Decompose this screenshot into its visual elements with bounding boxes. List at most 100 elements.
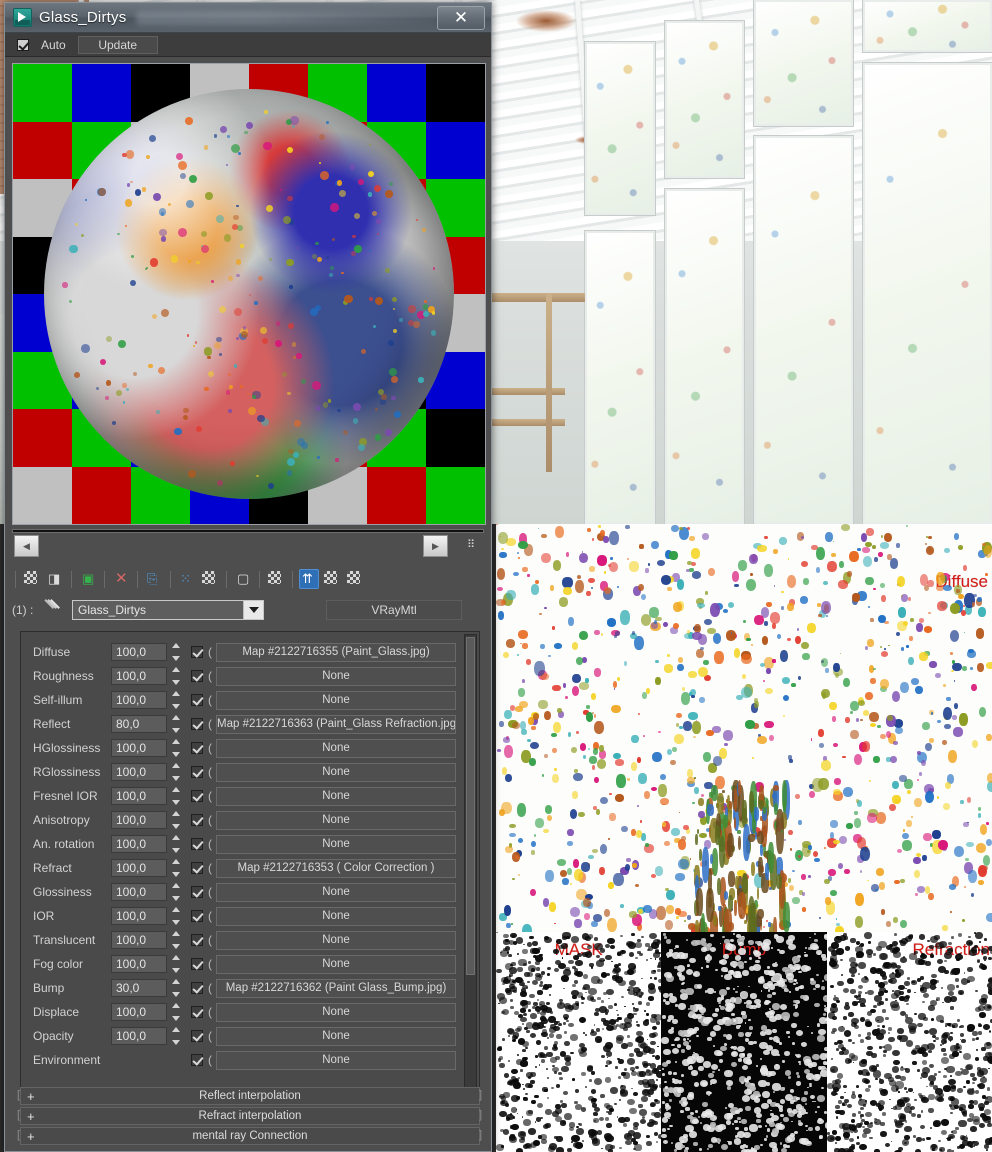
- parameter-amount-input[interactable]: 100,0: [111, 787, 167, 805]
- parameter-enable-checkbox[interactable]: [191, 694, 203, 706]
- parameter-map-button[interactable]: None: [216, 930, 456, 950]
- parameter-map-button[interactable]: None: [216, 810, 456, 830]
- parameter-map-button[interactable]: Map #2122716363 (Paint_Glass Refraction.…: [216, 714, 456, 734]
- parameter-amount-input[interactable]: 100,0: [111, 667, 167, 685]
- parameter-spinner[interactable]: [170, 955, 182, 973]
- rollout-header[interactable]: [+ Refract interpolation]: [17, 1107, 482, 1125]
- parameter-enable-checkbox[interactable]: [191, 742, 203, 754]
- auto-update-checkbox[interactable]: [17, 38, 29, 51]
- parameter-spinner[interactable]: [170, 835, 182, 853]
- eyedropper-icon[interactable]: [44, 600, 66, 620]
- parameter-spinner[interactable]: [170, 1027, 182, 1045]
- parameter-spinner[interactable]: [170, 979, 182, 997]
- parameter-map-button[interactable]: Map #2122716353 ( Color Correction ): [216, 858, 456, 878]
- parameter-enable-checkbox[interactable]: [191, 646, 203, 658]
- parameter-amount-input[interactable]: 100,0: [111, 859, 167, 877]
- get-material-icon[interactable]: [22, 569, 42, 589]
- parameter-map-button[interactable]: None: [216, 906, 456, 926]
- parameter-spinner[interactable]: [170, 883, 182, 901]
- make-unique-icon[interactable]: ⁙: [177, 569, 197, 589]
- parameter-enable-checkbox[interactable]: [191, 718, 203, 730]
- parameters-scrollbar[interactable]: [464, 634, 477, 1099]
- assign-material-to-selection-icon[interactable]: ▣: [78, 569, 98, 589]
- material-preview[interactable]: [12, 63, 486, 525]
- material-name-input[interactable]: Glass_Dirtys: [72, 600, 264, 620]
- rollout-header[interactable]: [+ mental ray Connection]: [17, 1127, 482, 1145]
- parameter-map-button[interactable]: None: [216, 786, 456, 806]
- show-map-in-viewport-icon[interactable]: [266, 569, 286, 589]
- chevron-down-icon[interactable]: [243, 601, 263, 619]
- update-button[interactable]: Update: [77, 35, 158, 54]
- parameter-enable-checkbox[interactable]: [191, 838, 203, 850]
- material-effects-channel-icon[interactable]: ▢: [233, 569, 253, 589]
- parameter-spinner[interactable]: [170, 691, 182, 709]
- parameter-amount-input[interactable]: 100,0: [111, 955, 167, 973]
- parameter-enable-checkbox[interactable]: [191, 766, 203, 778]
- material-type-button[interactable]: VRayMtl: [326, 600, 462, 620]
- parameter-map-button[interactable]: None: [216, 882, 456, 902]
- parameter-enable-checkbox[interactable]: [191, 886, 203, 898]
- parameter-amount-input[interactable]: 100,0: [111, 739, 167, 757]
- parameter-amount-input[interactable]: 30,0: [111, 979, 167, 997]
- make-material-copy-icon[interactable]: ⎘: [144, 569, 164, 589]
- parameter-enable-checkbox[interactable]: [191, 814, 203, 826]
- parameter-enable-checkbox[interactable]: [191, 1030, 203, 1042]
- parameter-map-button[interactable]: None: [216, 762, 456, 782]
- next-slot-button[interactable]: ▶: [423, 535, 448, 557]
- parameter-map-button[interactable]: None: [216, 666, 456, 686]
- scrollbar-thumb[interactable]: [466, 637, 475, 975]
- rollout-header[interactable]: [+ Reflect interpolation]: [17, 1087, 482, 1105]
- close-button[interactable]: ✕: [437, 5, 485, 30]
- parameter-map-button[interactable]: None: [216, 1026, 456, 1046]
- parameter-enable-checkbox[interactable]: [191, 670, 203, 682]
- parameter-spinner[interactable]: [170, 787, 182, 805]
- put-to-library-icon[interactable]: [200, 569, 220, 589]
- go-to-parent-icon[interactable]: [322, 569, 342, 589]
- parameter-map-button[interactable]: Map #2122716362 (Paint Glass_Bump.jpg): [216, 978, 456, 998]
- parameter-enable-checkbox[interactable]: [191, 862, 203, 874]
- parameter-map-button[interactable]: Map #2122716355 (Paint_Glass.jpg): [216, 642, 456, 662]
- parameter-spinner[interactable]: [170, 931, 182, 949]
- parameter-amount-input[interactable]: 100,0: [111, 763, 167, 781]
- slot-options-icon[interactable]: ⠿: [460, 534, 482, 556]
- parameter-amount-input[interactable]: 100,0: [111, 907, 167, 925]
- go-forward-to-sibling-icon[interactable]: [345, 569, 365, 589]
- parameter-amount-input[interactable]: 100,0: [111, 1027, 167, 1045]
- window-titlebar[interactable]: Glass_Dirtys ✕: [5, 3, 491, 33]
- parameter-amount-input[interactable]: 100,0: [111, 931, 167, 949]
- parameter-spinner[interactable]: [170, 643, 182, 661]
- preview-scroll-track[interactable]: [12, 529, 484, 533]
- parameter-amount-input[interactable]: 100,0: [111, 883, 167, 901]
- parameter-map-button[interactable]: None: [216, 690, 456, 710]
- parameter-spinner[interactable]: [170, 907, 182, 925]
- show-end-result-icon[interactable]: ⇈: [299, 569, 319, 589]
- parameter-enable-checkbox[interactable]: [191, 1054, 203, 1066]
- parameter-map-button[interactable]: None: [216, 1050, 456, 1070]
- prev-slot-button[interactable]: ◀: [14, 535, 39, 557]
- parameter-amount-input[interactable]: 100,0: [111, 1003, 167, 1021]
- parameter-amount-input[interactable]: 100,0: [111, 691, 167, 709]
- parameter-enable-checkbox[interactable]: [191, 790, 203, 802]
- parameter-amount-input[interactable]: 100,0: [111, 835, 167, 853]
- parameter-spinner[interactable]: [170, 1003, 182, 1021]
- parameter-amount-input[interactable]: 80,0: [111, 715, 167, 733]
- parameter-amount-input[interactable]: 100,0: [111, 811, 167, 829]
- parameter-map-button[interactable]: None: [216, 834, 456, 854]
- parameter-spinner[interactable]: [170, 739, 182, 757]
- parameter-amount-input[interactable]: 100,0: [111, 643, 167, 661]
- parameter-map-button[interactable]: None: [216, 738, 456, 758]
- parameter-map-button[interactable]: None: [216, 1002, 456, 1022]
- reset-map-icon[interactable]: ✕: [111, 569, 131, 589]
- parameter-enable-checkbox[interactable]: [191, 910, 203, 922]
- parameter-spinner[interactable]: [170, 763, 182, 781]
- parameter-spinner[interactable]: [170, 667, 182, 685]
- parameter-enable-checkbox[interactable]: [191, 1006, 203, 1018]
- parameter-enable-checkbox[interactable]: [191, 982, 203, 994]
- parameter-enable-checkbox[interactable]: [191, 958, 203, 970]
- parameter-enable-checkbox[interactable]: [191, 934, 203, 946]
- parameter-map-button[interactable]: None: [216, 954, 456, 974]
- put-material-to-scene-icon[interactable]: ◨: [45, 569, 65, 589]
- parameter-spinner[interactable]: [170, 859, 182, 877]
- parameter-spinner[interactable]: [170, 715, 182, 733]
- parameter-spinner[interactable]: [170, 811, 182, 829]
